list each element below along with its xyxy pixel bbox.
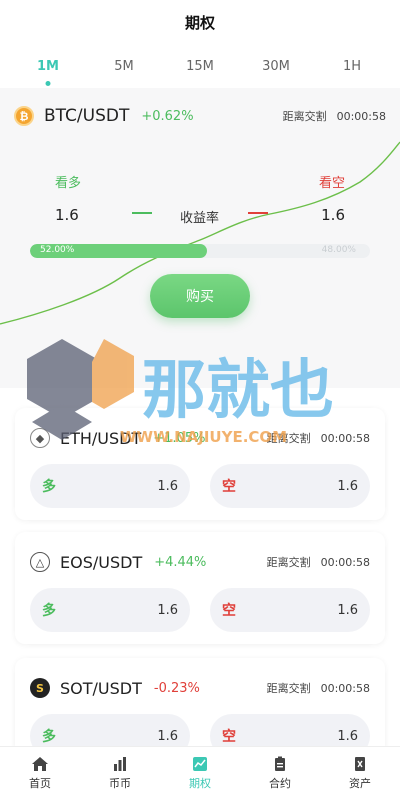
countdown-value: 00:00:58 <box>320 431 370 445</box>
eos-icon: △ <box>30 552 50 572</box>
nav-label: 币币 <box>109 777 131 790</box>
timeframe-tabs: 1M 5M 15M 30M 1H <box>0 44 400 88</box>
short-label: 空 <box>222 729 236 745</box>
countdown-label: 距离交割 <box>266 682 311 695</box>
short-label: 空 <box>222 603 236 619</box>
countdown-value: 00:00:58 <box>320 555 370 569</box>
nav-label: 资产 <box>349 777 371 790</box>
page-title: 期权 <box>184 13 215 32</box>
nav-label: 期权 <box>189 777 211 790</box>
main-pair-row: ₿ BTC/USDT +0.62% 距离交割 00:00:58 <box>14 106 386 126</box>
nav-item-assets[interactable]: 资产 <box>330 756 390 791</box>
page-header: 期权 <box>0 0 400 44</box>
long-label: 多 <box>42 603 56 619</box>
tab-5m[interactable]: 5M <box>94 59 154 74</box>
option-card-eth: ◆ ETH/USDT +1.05% 距离交割 00:00:58 多 1.6 空 … <box>15 408 385 520</box>
long-value: 1.6 <box>157 602 178 618</box>
bitcoin-icon: ₿ <box>14 106 34 126</box>
tab-1h[interactable]: 1H <box>322 59 382 74</box>
countdown-value: 00:00:58 <box>320 681 370 695</box>
option-buttons: 多 1.6 空 1.6 <box>15 452 385 520</box>
nav-item-options[interactable]: 期权 <box>170 756 230 791</box>
yield-label: 收益率 <box>180 211 220 226</box>
short-value: 1.6 <box>337 478 358 494</box>
tab-30m[interactable]: 30M <box>246 59 306 74</box>
bar-chart-icon <box>114 757 126 771</box>
short-button[interactable]: 空 1.6 <box>210 464 370 508</box>
long-ratio-text: 52.00% <box>40 245 75 255</box>
countdown-label: 距离交割 <box>282 110 327 123</box>
nav-label: 首页 <box>29 777 51 790</box>
options-icon <box>193 757 207 771</box>
tab-15m[interactable]: 15M <box>170 59 230 74</box>
long-value: 1.6 <box>157 728 178 744</box>
pair-name: EOS/USDT <box>60 552 143 572</box>
pair-change: +4.44% <box>154 554 207 570</box>
pair-change: +0.62% <box>141 108 194 124</box>
long-marker <box>132 212 152 214</box>
long-short-ratio-bar: 52.00% 48.00% <box>30 244 370 258</box>
long-button[interactable]: 多 1.6 <box>30 588 190 632</box>
main-option-panel: ₿ BTC/USDT +0.62% 距离交割 00:00:58 看多 看空 1.… <box>0 88 400 388</box>
pair-name: BTC/USDT <box>44 106 130 126</box>
sot-coin-icon: S <box>30 678 50 698</box>
option-card-eos: △ EOS/USDT +4.44% 距离交割 00:00:58 多 1.6 空 … <box>15 532 385 644</box>
short-label[interactable]: 看空 <box>319 172 345 191</box>
buy-button[interactable]: 购买 <box>150 274 250 318</box>
short-label: 空 <box>222 479 236 495</box>
card-header: ◆ ETH/USDT +1.05% 距离交割 00:00:58 <box>15 408 385 452</box>
long-value: 1.6 <box>157 478 178 494</box>
pair-change: -0.23% <box>153 680 200 696</box>
countdown-value: 00:00:58 <box>336 109 386 123</box>
long-yield-value: 1.6 <box>55 206 79 224</box>
pair-change: +1.05% <box>153 430 206 446</box>
short-yield-value: 1.6 <box>321 206 345 224</box>
nav-item-spot[interactable]: 币币 <box>90 756 150 791</box>
pair-name: ETH/USDT <box>60 428 142 448</box>
countdown-label: 距离交割 <box>266 432 311 445</box>
nav-item-home[interactable]: 首页 <box>10 756 70 791</box>
short-ratio-text: 48.00% <box>321 245 356 255</box>
long-button[interactable]: 多 1.6 <box>30 464 190 508</box>
home-icon <box>32 757 48 771</box>
long-label: 多 <box>42 479 56 495</box>
option-buttons: 多 1.6 空 1.6 <box>15 576 385 644</box>
short-marker <box>248 212 268 214</box>
long-label: 多 <box>42 729 56 745</box>
ethereum-icon: ◆ <box>30 428 50 448</box>
card-header: S SOT/USDT -0.23% 距离交割 00:00:58 <box>15 658 385 702</box>
short-value: 1.6 <box>337 602 358 618</box>
card-header: △ EOS/USDT +4.44% 距离交割 00:00:58 <box>15 532 385 576</box>
nav-label: 合约 <box>269 777 291 790</box>
contract-icon <box>275 756 285 771</box>
assets-icon <box>355 757 365 771</box>
long-label[interactable]: 看多 <box>55 172 81 191</box>
option-card-sot: S SOT/USDT -0.23% 距离交割 00:00:58 多 1.6 空 … <box>15 658 385 758</box>
price-line-chart <box>0 141 400 325</box>
pair-name: SOT/USDT <box>60 678 142 698</box>
short-value: 1.6 <box>337 728 358 744</box>
nav-item-contract[interactable]: 合约 <box>250 756 310 791</box>
countdown-label: 距离交割 <box>266 556 311 569</box>
short-button[interactable]: 空 1.6 <box>210 588 370 632</box>
tab-1m[interactable]: 1M <box>18 59 78 74</box>
long-ratio-fill: 52.00% <box>30 244 207 258</box>
bottom-navigation: 首页 币币 期权 合约 资产 <box>0 746 400 800</box>
